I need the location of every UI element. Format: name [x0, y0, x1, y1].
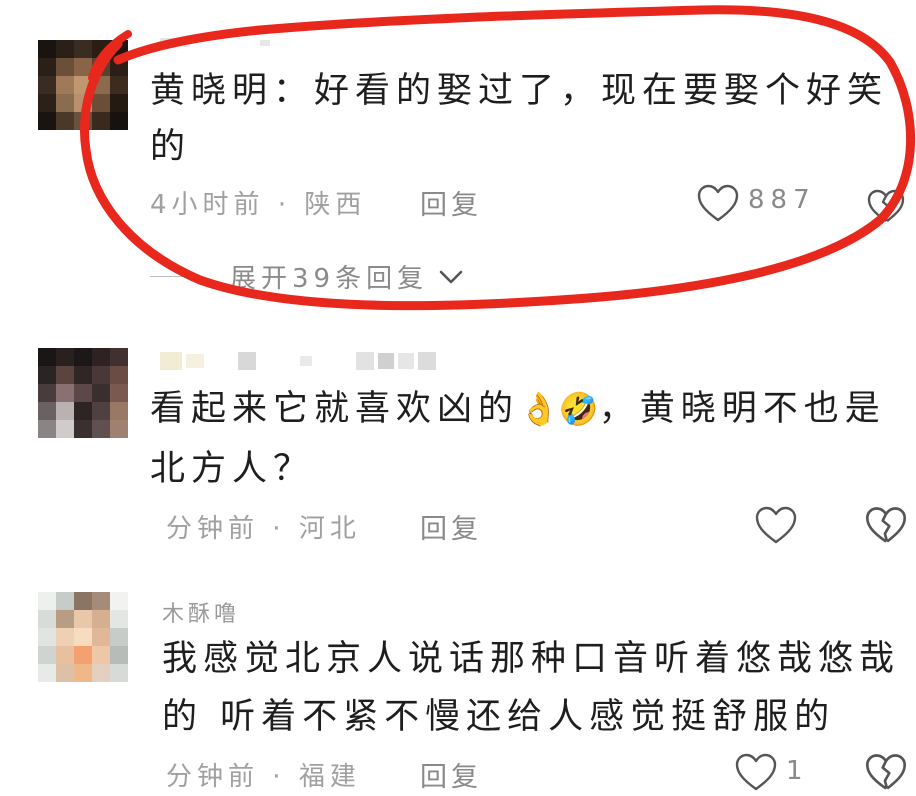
username-blurred[interactable]: [160, 352, 436, 370]
reply-button[interactable]: 回复: [420, 183, 482, 222]
heart-outline-icon[interactable]: [754, 505, 798, 545]
username-blurred[interactable]: [160, 38, 270, 48]
comment-location: 陕西: [304, 190, 367, 220]
ok-hand-emoji: 👌: [519, 390, 559, 428]
expand-replies-button[interactable]: 展开39条回复: [150, 258, 464, 295]
comment-location: 河北: [298, 514, 361, 544]
comment-time: 分钟前: [166, 514, 260, 544]
broken-heart-icon[interactable]: [866, 188, 906, 224]
comment-meta: 分钟前 · 福建: [166, 762, 361, 792]
heart-outline-icon[interactable]: [734, 752, 778, 792]
avatar[interactable]: [38, 348, 128, 438]
comment-text-line2: 的: [150, 127, 192, 167]
avatar[interactable]: [38, 592, 128, 682]
comment-location: 福建: [298, 762, 361, 792]
rofl-emoji: 🤣: [558, 390, 599, 428]
heart-outline-icon[interactable]: [696, 183, 740, 223]
comment-meta: 分钟前 · 河北: [166, 514, 361, 544]
broken-heart-icon[interactable]: [864, 505, 908, 545]
comment-time: 4小时前: [150, 190, 265, 220]
comment-text-line1: 我感觉北京人说话那种口音听着悠哉悠哉: [162, 639, 901, 679]
avatar[interactable]: [38, 40, 128, 130]
reply-button[interactable]: 回复: [420, 507, 482, 546]
like-count: 1: [786, 756, 809, 786]
comment-text-line1: 看起来它就喜欢凶的👌🤣，黄晓明不也是: [150, 389, 886, 429]
chevron-down-icon: [439, 270, 463, 283]
comment-text-line2: 北方人？: [150, 449, 315, 489]
username[interactable]: 木酥噜: [162, 596, 240, 628]
comment-meta: 4小时前 · 陕西: [150, 190, 367, 220]
comment-time: 分钟前: [166, 762, 260, 792]
comment-text-line2: 的 听着不紧不慢还给人感觉挺舒服的: [162, 697, 836, 737]
expand-label: 展开39条回复: [230, 264, 429, 294]
like-count: 887: [748, 185, 816, 215]
reply-button[interactable]: 回复: [420, 755, 482, 794]
comment-text-line1: 黄晓明：好看的娶过了，现在要娶个好笑: [150, 71, 889, 111]
expand-divider: [150, 275, 198, 278]
broken-heart-icon[interactable]: [864, 752, 908, 792]
